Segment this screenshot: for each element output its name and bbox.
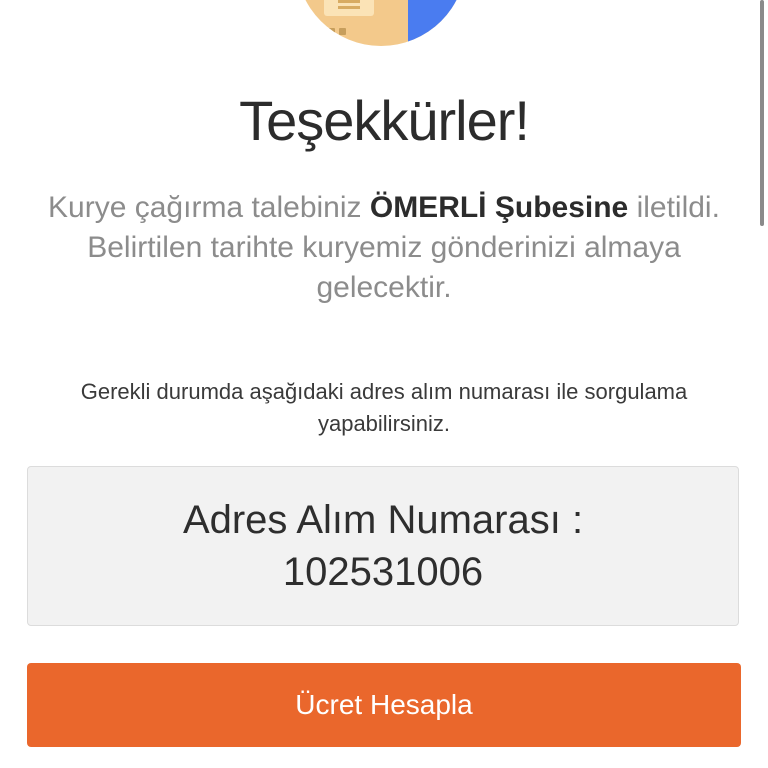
illustration-dots — [328, 28, 348, 36]
receipt-icon — [324, 0, 374, 16]
calculate-fee-button[interactable]: Ücret Hesapla — [27, 663, 741, 747]
pickup-number-value: 102531006 — [282, 550, 484, 594]
page-title: Teşekkürler! — [239, 89, 530, 152]
branch-name: ÖMERLİ Şubesine — [369, 191, 629, 224]
illustration-blue-panel — [408, 0, 466, 46]
confirmation-message: Kurye çağırma talebiniz ÖMERLİ Şubesine … — [30, 188, 738, 308]
query-hint: Gerekli durumda aşağıdaki adres alım num… — [80, 379, 688, 436]
pickup-number-label: Adres Alım Numarası : — [182, 498, 584, 542]
package-receipt-icon — [296, 0, 466, 46]
confirmation-screen: Teşekkürler! Kurye çağırma talebiniz ÖME… — [0, 0, 768, 768]
message-prefix: Kurye çağırma talebiniz — [48, 191, 370, 224]
pickup-number-box: Adres Alım Numarası : 102531006 — [27, 466, 739, 626]
